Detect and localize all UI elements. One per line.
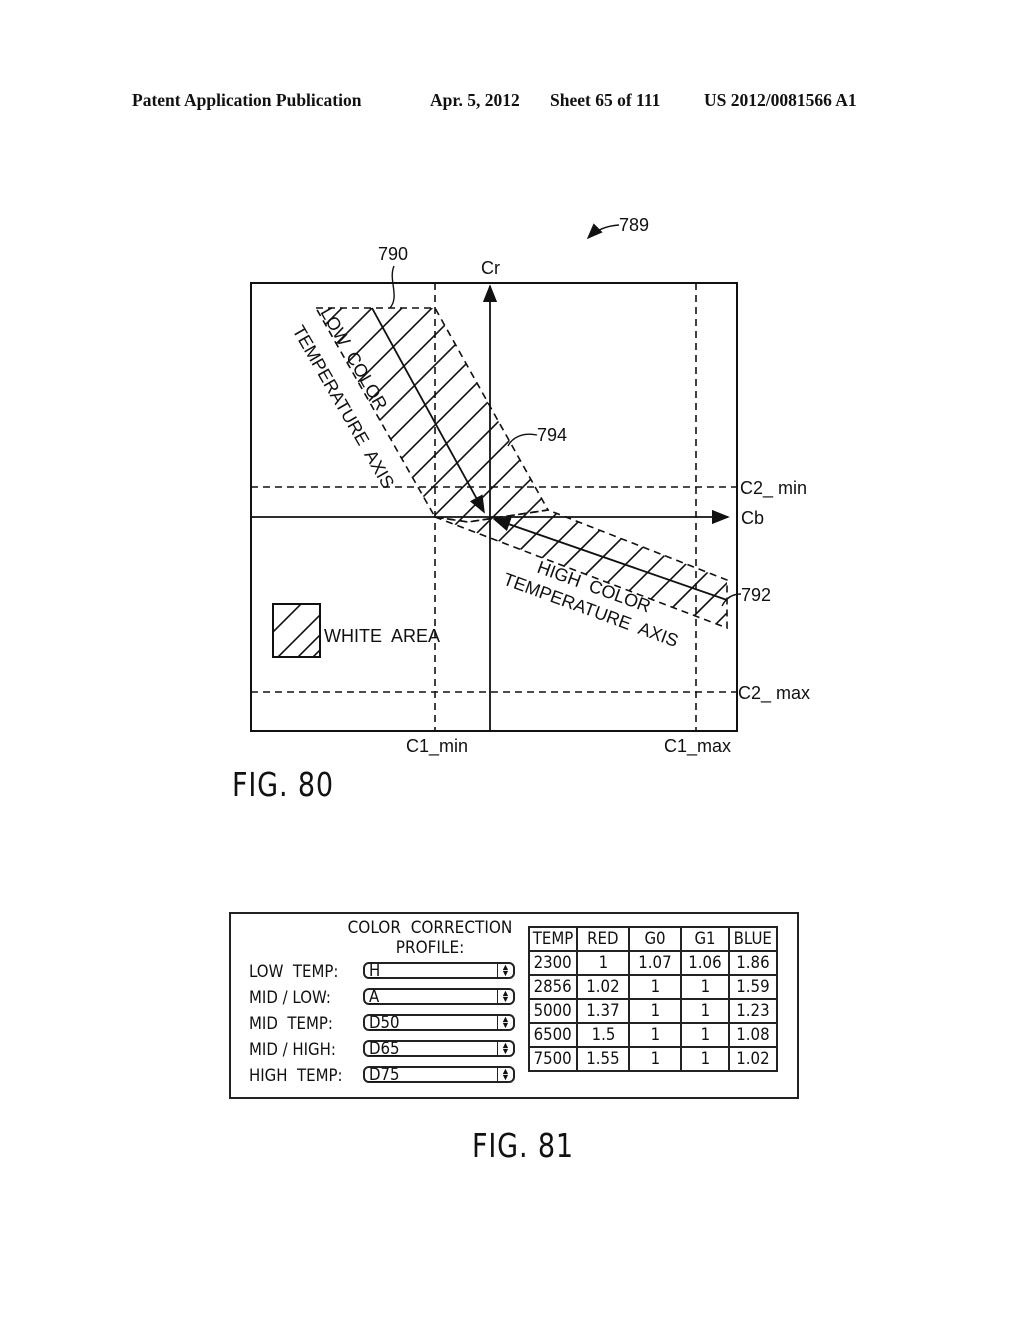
cell-temp: 7500: [527, 1046, 579, 1072]
cb-axis-label: Cb: [741, 508, 764, 528]
cell-blue: 1.02: [728, 1046, 779, 1072]
header-temp: TEMP: [527, 926, 579, 952]
c2-min-label: C2_ min: [740, 478, 807, 499]
cell-g0: 1: [628, 998, 683, 1024]
cell-g1: 1.06: [680, 950, 731, 976]
cell-blue: 1.23: [728, 998, 779, 1024]
header-g1: G1: [680, 926, 731, 952]
leader-794: [507, 433, 538, 447]
cell-red: 1.5: [576, 1022, 631, 1048]
cell-g1: 1: [680, 974, 731, 1000]
high-temp-label: HIGH TEMP:: [249, 1066, 343, 1086]
profile-title-line2: PROFILE:: [395, 938, 465, 958]
c2-max-label: C2_ max: [738, 683, 810, 704]
cell-g1: 1: [680, 998, 731, 1024]
correction-gain-table: TEMP RED G0 G1 BLUE 2300 1 1.07 1.06 1.8…: [527, 926, 779, 1072]
leader-790: [389, 265, 395, 309]
mid-low-label: MID / LOW:: [249, 988, 331, 1008]
low-temp-select-value: H: [369, 961, 381, 981]
header-blue: BLUE: [728, 926, 779, 952]
table-row: 6500 1.5 1 1 1.08: [527, 1022, 779, 1048]
plot-frame: [250, 282, 738, 732]
header-g0: G0: [628, 926, 683, 952]
mid-low-select-value: A: [369, 987, 380, 1007]
mid-temp-label: MID TEMP:: [249, 1014, 333, 1034]
cell-red: 1.55: [576, 1046, 631, 1072]
updown-arrow-icon[interactable]: ▲ ▼: [497, 963, 513, 978]
cr-axis-label: Cr: [481, 258, 500, 278]
cell-g0: 1.07: [628, 950, 683, 976]
table-row: 7500 1.55 1 1 1.02: [527, 1046, 779, 1072]
profile-title: COLOR CORRECTION PROFILE:: [345, 918, 516, 958]
fig80-diagram: 789 790 794 792 Cr Cb C2_ min C2_ max C1…: [250, 215, 810, 757]
high-temp-select-value: D75: [369, 1065, 400, 1085]
table-row: 2300 1 1.07 1.06 1.86: [527, 950, 779, 976]
cell-temp: 2300: [527, 950, 579, 976]
profile-title-line1: COLOR CORRECTION: [347, 918, 513, 938]
ref-789: 789: [619, 215, 649, 235]
ref-790: 790: [378, 244, 408, 264]
updown-arrow-icon[interactable]: ▲ ▼: [497, 1015, 513, 1030]
cell-g0: 1: [628, 1046, 683, 1072]
color-correction-panel: COLOR CORRECTION PROFILE: LOW TEMP: H ▲ ▼…: [229, 912, 799, 1099]
cell-temp: 6500: [527, 1022, 579, 1048]
ref-794: 794: [537, 425, 567, 445]
cell-temp: 2856: [527, 974, 579, 1000]
fig80-caption: FIG. 80: [232, 765, 334, 804]
updown-arrow-icon[interactable]: ▲ ▼: [497, 1041, 513, 1056]
mid-high-select-value: D65: [369, 1039, 400, 1059]
low-temp-select[interactable]: H ▲ ▼: [363, 961, 515, 981]
mid-temp-select[interactable]: D50 ▲ ▼: [363, 1013, 515, 1033]
table-row: 5000 1.37 1 1 1.23: [527, 998, 779, 1024]
table-row: 2856 1.02 1 1 1.59: [527, 974, 779, 1000]
mid-low-select[interactable]: A ▲ ▼: [363, 987, 515, 1007]
ref-792: 792: [741, 585, 771, 605]
cell-blue: 1.08: [728, 1022, 779, 1048]
high-temp-select[interactable]: D75 ▲ ▼: [363, 1065, 515, 1085]
cell-g1: 1: [680, 1046, 731, 1072]
updown-arrow-icon[interactable]: ▲ ▼: [497, 1067, 513, 1082]
table-header-row: TEMP RED G0 G1 BLUE: [527, 926, 779, 952]
mid-temp-select-value: D50: [369, 1013, 400, 1033]
cell-red: 1: [576, 950, 631, 976]
cell-g0: 1: [628, 1022, 683, 1048]
cell-red: 1.37: [576, 998, 631, 1024]
c1-min-label: C1_min: [406, 736, 468, 757]
fig81-caption: FIG. 81: [472, 1126, 574, 1165]
leader-789-arrow: [586, 223, 620, 240]
cell-red: 1.02: [576, 974, 631, 1000]
mid-high-label: MID / HIGH:: [249, 1040, 336, 1060]
cell-temp: 5000: [527, 998, 579, 1024]
low-temp-label: LOW TEMP:: [249, 962, 339, 982]
white-area-legend-label: WHITE AREA: [324, 626, 440, 646]
cell-blue: 1.59: [728, 974, 779, 1000]
header-red: RED: [576, 926, 631, 952]
cell-g0: 1: [628, 974, 683, 1000]
cell-blue: 1.86: [728, 950, 779, 976]
updown-arrow-icon[interactable]: ▲ ▼: [497, 989, 513, 1004]
c1-max-label: C1_max: [664, 736, 731, 757]
mid-high-select[interactable]: D65 ▲ ▼: [363, 1039, 515, 1059]
cell-g1: 1: [680, 1022, 731, 1048]
